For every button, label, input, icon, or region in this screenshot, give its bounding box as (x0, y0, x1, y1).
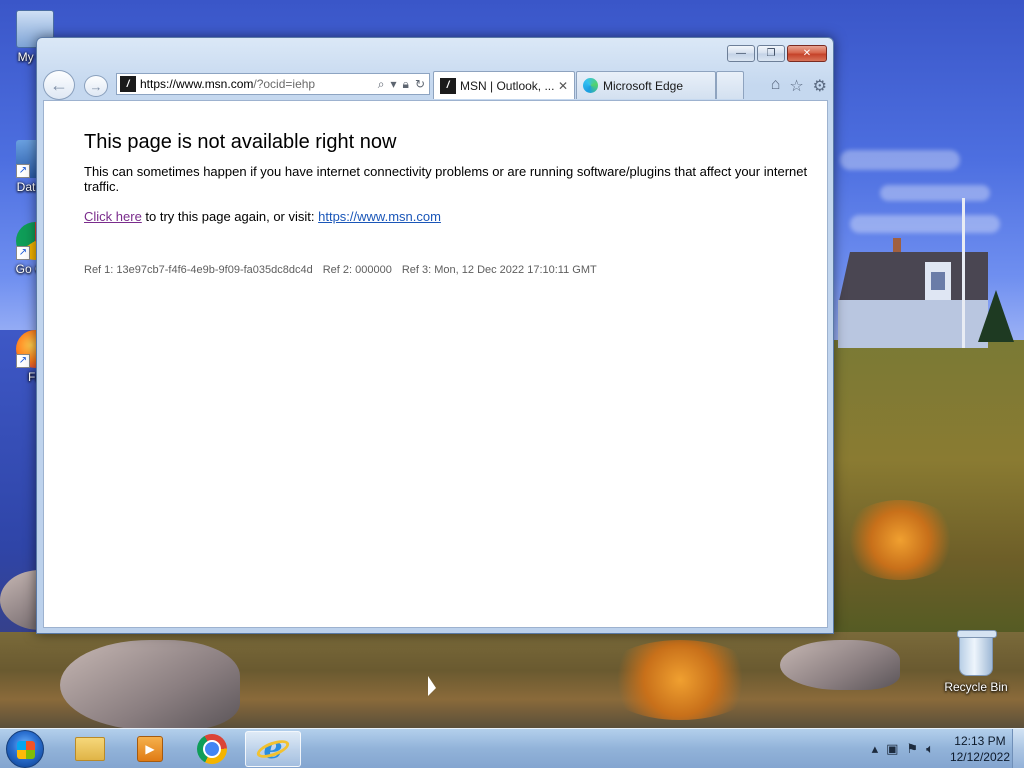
ref-1: Ref 1: 13e97cb7-f4f6-4e9b-9f09-fa035dc8d… (84, 264, 313, 276)
tray-icons: ▴ ▣ ⚑ 🔈︎ (872, 741, 934, 757)
recycle-bin-icon (957, 630, 997, 676)
new-tab-button[interactable] (716, 71, 744, 99)
minimize-button[interactable]: — (727, 45, 755, 62)
tab-label: Microsoft Edge (603, 78, 684, 93)
show-desktop-button[interactable] (1012, 729, 1024, 768)
house-wall (838, 300, 988, 348)
page-description: This can sometimes happen if you have in… (84, 164, 808, 194)
flagpole (962, 198, 965, 348)
msn-favicon-icon: / (120, 76, 136, 92)
action-center-flag-icon[interactable]: ⚑ (906, 741, 918, 757)
search-icon[interactable]: ⌕ (378, 77, 385, 92)
tab-msn[interactable]: / MSN | Outlook, ... ✕ (433, 71, 575, 99)
taskbar-file-explorer[interactable] (62, 731, 118, 767)
shortcut-arrow-icon: ↗ (16, 246, 30, 260)
address-bar-icons: ⌕ ▾ 🔒︎ ↻ (378, 77, 429, 92)
url-path: /?ocid=iehp (253, 77, 316, 91)
rock (780, 640, 900, 690)
rock (60, 640, 240, 728)
url-host: https://www.msn.com (140, 77, 254, 91)
taskbar-internet-explorer[interactable]: e (245, 731, 301, 767)
forward-button[interactable]: → (84, 75, 108, 97)
msn-link[interactable]: https://www.msn.com (318, 209, 441, 224)
cloud (840, 150, 960, 170)
tab-microsoft-edge[interactable]: Microsoft Edge (576, 71, 716, 99)
folder-icon (75, 737, 105, 761)
tab-close-icon[interactable]: ✕ (558, 79, 568, 93)
media-player-icon: ▶ (137, 736, 163, 762)
show-hidden-icons-icon[interactable]: ▴ (872, 741, 879, 757)
arrow-left-icon: ← (50, 74, 68, 95)
close-button[interactable]: ✕ (787, 45, 827, 62)
lock-icon[interactable]: 🔒︎ (403, 77, 409, 92)
house-roof (838, 252, 988, 306)
clock[interactable]: 12:13 PM 12/12/2022 (950, 733, 1010, 765)
reference-codes: Ref 1: 13e97cb7-f4f6-4e9b-9f09-fa035dc8d… (84, 264, 827, 276)
msn-favicon-icon: / (440, 77, 456, 94)
taskbar-chrome[interactable] (184, 731, 240, 767)
click-here-link[interactable]: Click here (84, 209, 142, 224)
browser-window[interactable]: — ❐ ✕ ← → / https://www.msn.com/?ocid=ie… (36, 37, 834, 634)
dropdown-icon[interactable]: ▾ (391, 77, 397, 92)
maximize-button[interactable]: ❐ (757, 45, 785, 62)
internet-explorer-icon: e (254, 734, 292, 764)
ref-3: Ref 3: Mon, 12 Dec 2022 17:10:11 GMT (401, 264, 597, 276)
window-controls: — ❐ ✕ (727, 45, 827, 62)
home-icon[interactable]: ⌂ (771, 76, 781, 96)
taskbar: ▶ e ▴ ▣ ⚑ 🔈︎ 12:13 PM 12/12/2022 (0, 728, 1024, 768)
chrome-icon (197, 734, 227, 764)
toolbar-tools: ⌂ ☆ ⚙ (771, 76, 827, 96)
clock-time: 12:13 PM (954, 734, 1006, 748)
back-button[interactable]: ← (43, 70, 75, 100)
taskbar-media-player[interactable]: ▶ (122, 731, 178, 767)
gear-icon[interactable]: ⚙ (813, 76, 827, 96)
address-bar[interactable]: / https://www.msn.com/?ocid=iehp ⌕ ▾ 🔒︎ … (116, 73, 430, 95)
refresh-icon[interactable]: ↻ (415, 77, 425, 92)
page-title: This page is not available right now (84, 131, 397, 153)
edge-icon (583, 78, 598, 93)
system-tray: ▴ ▣ ⚑ 🔈︎ 12:13 PM 12/12/2022 (872, 729, 1010, 768)
network-icon[interactable]: ▣ (886, 741, 898, 757)
cloud (850, 215, 1000, 233)
volume-icon[interactable]: 🔈︎ (926, 741, 934, 757)
navigation-bar: ← → / https://www.msn.com/?ocid=iehp ⌕ ▾… (43, 70, 829, 100)
star-icon[interactable]: ☆ (789, 76, 803, 96)
page-content: This page is not available right now Thi… (43, 100, 828, 628)
start-button[interactable] (6, 730, 44, 768)
recycle-bin-label: Recycle Bin (944, 680, 1008, 694)
cloud (880, 185, 990, 201)
windows-logo-icon (17, 741, 35, 759)
mouse-cursor-icon (428, 676, 436, 696)
ref-2: Ref 2: 000000 (322, 264, 392, 276)
tab-label: MSN | Outlook, ... (460, 78, 555, 93)
clock-date: 12/12/2022 (949, 750, 1010, 764)
flowers (840, 500, 960, 580)
house-window (931, 272, 945, 290)
shortcut-arrow-icon: ↗ (16, 164, 30, 178)
arrow-right-icon: → (89, 78, 103, 94)
retry-line: Click here to try this page again, or vi… (84, 209, 827, 224)
desktop-icon-recycle-bin[interactable]: Recycle Bin (940, 630, 1012, 694)
shortcut-arrow-icon: ↗ (16, 354, 30, 368)
retry-text: to try this page again, or visit: (141, 209, 319, 224)
flowers (600, 640, 760, 720)
